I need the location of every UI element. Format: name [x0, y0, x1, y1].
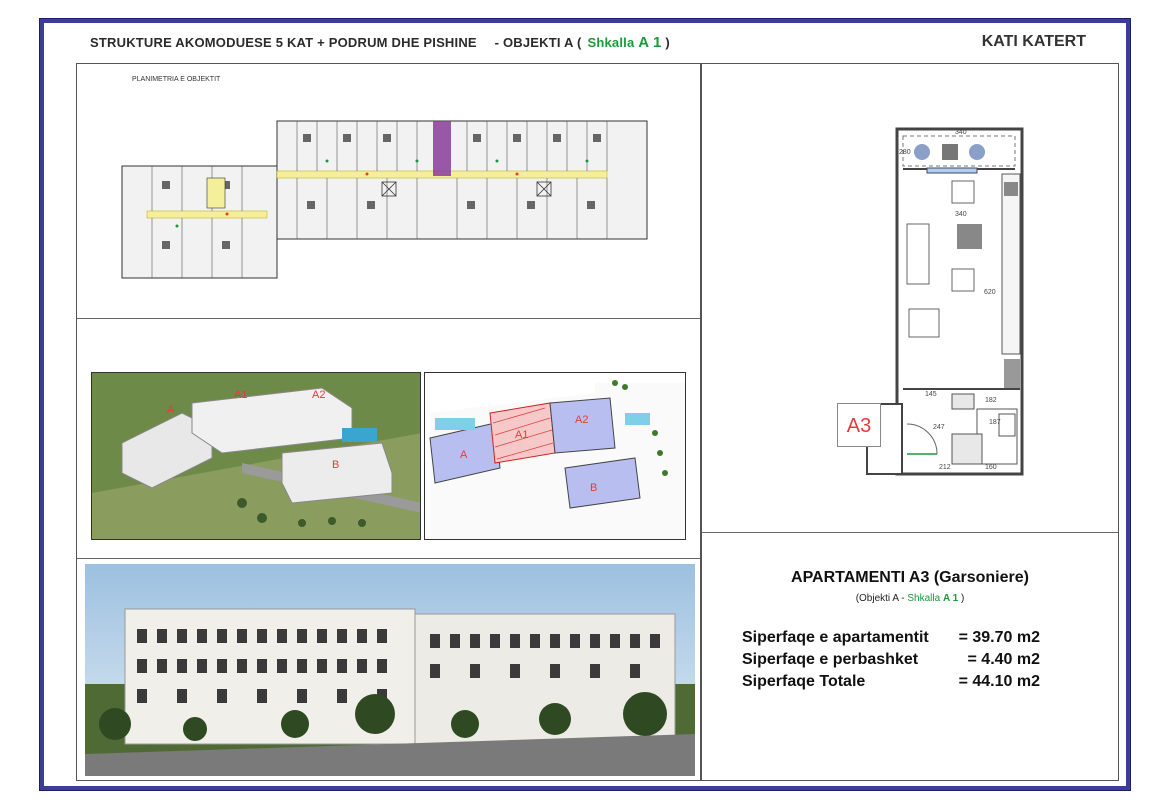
dim-280: 280 — [899, 149, 911, 156]
aerial-label-a1: A1 — [234, 389, 247, 401]
sub-prefix: (Objekti A - — [855, 593, 908, 604]
block-label-a: A — [460, 449, 468, 461]
block-label-a1: A1 — [515, 429, 528, 441]
apartment-title: APARTAMENTI A3 (Garsoniere) — [791, 569, 1029, 586]
divider-right — [702, 532, 1118, 533]
dim-182: 182 — [985, 397, 997, 404]
sub-stair: Shkalla — [907, 593, 943, 604]
area-table: Siperfaqe e apartamentit = 39.70 m2 Sipe… — [742, 627, 1040, 693]
block-plan: A A1 A2 B — [424, 372, 686, 540]
area-row: Siperfaqe Totale = 44.10 m2 — [742, 671, 1040, 693]
page-title: STRUKTURE AKOMODUESE 5 KAT + PODRUM DHE … — [90, 34, 670, 51]
area-value: = 4.40 m2 — [967, 651, 1041, 668]
divider-1 — [77, 318, 700, 319]
aerial-label-a2: A2 — [312, 389, 325, 401]
sheet-inner: STRUKTURE AKOMODUESE 5 KAT + PODRUM DHE … — [44, 23, 1126, 786]
street-render — [85, 564, 695, 776]
title-separator: - OBJEKTI A ( — [494, 35, 582, 50]
unit-tag: A3 — [837, 403, 881, 447]
dim-340-mid: 340 — [955, 211, 967, 218]
dim-247: 247 — [933, 424, 945, 431]
dim-145: 145 — [925, 391, 937, 398]
title-stair-code: A 1 — [638, 34, 662, 51]
title-close: ) — [661, 35, 670, 50]
sub-code: A 1 — [942, 593, 959, 604]
aerial-label-b: B — [332, 459, 339, 471]
area-label: Siperfaqe e perbashket — [742, 651, 919, 668]
left-panel: PLANIMETRIA E OBJEKTIT A A1 A2 B A A1 A2… — [76, 63, 701, 781]
title-stair-prefix: Shkalla — [587, 35, 639, 50]
block-label-a2: A2 — [575, 414, 588, 426]
dim-620: 620 — [984, 289, 996, 296]
dim-340-top: 340 — [955, 129, 967, 136]
area-value: = 39.70 m2 — [958, 629, 1040, 646]
block-label-b: B — [590, 482, 597, 494]
site-floor-plan — [121, 120, 648, 279]
aerial-render: A A1 A2 B — [91, 372, 421, 540]
area-label: Siperfaqe Totale — [742, 673, 866, 690]
area-label: Siperfaqe e apartamentit — [742, 629, 929, 646]
dim-212: 212 — [939, 464, 951, 471]
area-value: = 44.10 m2 — [958, 673, 1040, 690]
area-row: Siperfaqe e perbashket = 4.40 m2 — [742, 649, 1040, 671]
dim-187: 187 — [989, 419, 1001, 426]
dim-160: 160 — [985, 464, 997, 471]
floor-label: KATI KATERT — [981, 33, 1086, 50]
sub-close: ) — [958, 593, 965, 604]
divider-2 — [77, 558, 700, 559]
area-row: Siperfaqe e apartamentit = 39.70 m2 — [742, 627, 1040, 649]
title-main: STRUKTURE AKOMODUESE 5 KAT + PODRUM DHE … — [90, 35, 477, 50]
apartment-info: APARTAMENTI A3 (Garsoniere) (Objekti A -… — [702, 569, 1118, 604]
sheet-frame: STRUKTURE AKOMODUESE 5 KAT + PODRUM DHE … — [39, 18, 1131, 791]
aerial-label-a: A — [167, 404, 175, 416]
right-panel: 340 280 340 620 145 247 212 160 187 182 … — [701, 63, 1119, 781]
site-plan-caption: PLANIMETRIA E OBJEKTIT — [132, 76, 221, 83]
apartment-subtitle: (Objekti A - Shkalla A 1 ) — [702, 593, 1118, 604]
